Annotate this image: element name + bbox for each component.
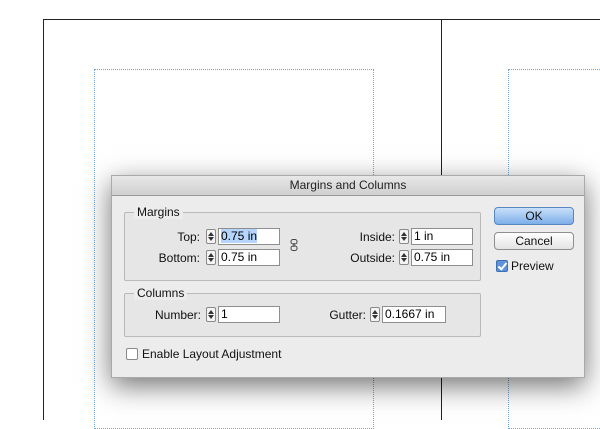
outside-margin-input[interactable]: 0.75 in <box>411 249 473 266</box>
dialog-title: Margins and Columns <box>112 176 584 196</box>
columns-group: Columns Number: 1 Gutter: 0.1667 in <box>124 286 481 337</box>
preview-checkbox[interactable] <box>496 260 508 272</box>
inside-label: Inside: <box>359 230 395 244</box>
number-stepper[interactable] <box>206 307 216 322</box>
columns-group-title: Columns <box>134 286 188 300</box>
gutter-input[interactable]: 0.1667 in <box>382 306 446 323</box>
top-label: Top: <box>177 230 200 244</box>
outside-label: Outside: <box>350 251 395 265</box>
page-top-edge <box>43 19 600 20</box>
gutter-stepper[interactable] <box>370 307 380 322</box>
bottom-margin-input[interactable]: 0.75 in <box>218 249 280 266</box>
outside-stepper[interactable] <box>399 250 409 265</box>
bottom-stepper[interactable] <box>206 250 216 265</box>
margins-group: Margins Top: 0.75 in Bottom: 0.75 in Ins… <box>124 205 481 281</box>
preview-label: Preview <box>511 259 554 273</box>
column-number-input[interactable]: 1 <box>218 306 280 323</box>
page-left-edge <box>43 19 44 420</box>
enable-layout-adjustment-label: Enable Layout Adjustment <box>142 347 282 361</box>
bottom-label: Bottom: <box>158 251 200 265</box>
enable-layout-adjustment-checkbox[interactable] <box>126 348 138 360</box>
chain-link-icon[interactable] <box>290 239 298 251</box>
ok-button[interactable]: OK <box>494 207 574 225</box>
top-margin-input[interactable]: 0.75 in <box>218 228 280 245</box>
cancel-button[interactable]: Cancel <box>494 232 574 250</box>
inside-stepper[interactable] <box>399 229 409 244</box>
gutter-label: Gutter: <box>329 308 366 322</box>
margins-group-title: Margins <box>134 205 183 219</box>
number-label: Number: <box>154 308 201 322</box>
inside-margin-input[interactable]: 1 in <box>411 228 473 245</box>
top-stepper[interactable] <box>206 229 216 244</box>
margins-and-columns-dialog: Margins and Columns Margins Top: 0.75 in… <box>111 175 585 378</box>
